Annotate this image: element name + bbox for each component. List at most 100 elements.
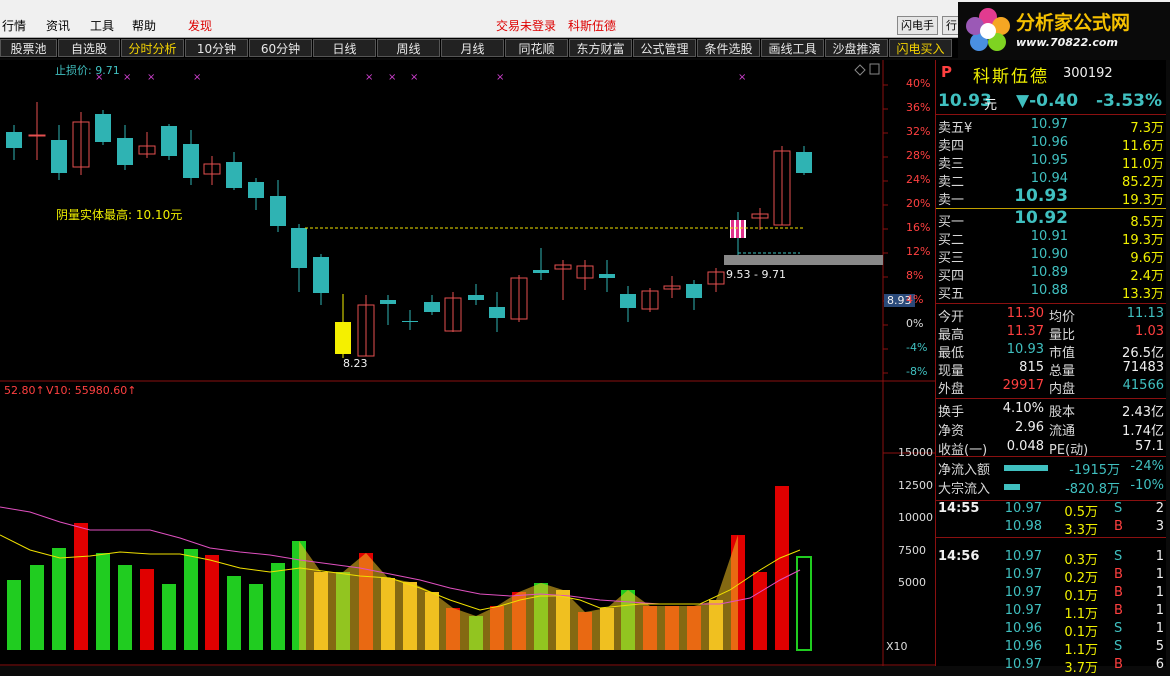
yin-body-high-label: 阴量实体最高: 10.10元 xyxy=(56,208,183,222)
marker-x: × xyxy=(365,72,373,83)
flash-trade-button[interactable]: 闪电手 xyxy=(897,16,938,35)
tick-price: 10.97 xyxy=(1004,549,1042,564)
volume-bar xyxy=(118,565,132,650)
bid-price[interactable]: 10.92 xyxy=(1006,208,1068,228)
flow-value: -820.8万 xyxy=(1065,482,1120,497)
ask-price[interactable]: 10.94 xyxy=(1006,171,1068,186)
y-tick-label: 28% xyxy=(906,149,931,162)
marker-x: × xyxy=(193,72,201,83)
volume-bar xyxy=(96,553,110,650)
stat-label: 外盘 xyxy=(938,382,965,397)
tab-ths[interactable]: 同花顺 xyxy=(505,39,568,57)
fund-value: 0.048 xyxy=(1006,439,1044,454)
flow-bar xyxy=(1004,484,1020,490)
tick-price: 10.97 xyxy=(1004,657,1042,672)
fund-value: 57.1 xyxy=(1135,439,1164,454)
kline-chart[interactable]: × × × × × × × × × xyxy=(0,60,935,666)
login-status[interactable]: 交易未登录 xyxy=(496,17,556,34)
tab-stock-pool[interactable]: 股票池 xyxy=(0,39,57,57)
tick-volume: 1.1万 xyxy=(1064,643,1098,658)
flow-pct: -24% xyxy=(1130,459,1164,474)
tab-10min[interactable]: 10分钟 xyxy=(185,39,248,57)
ask-price[interactable]: 10.96 xyxy=(1006,135,1068,150)
marker-x: × xyxy=(738,72,746,83)
menu-item-discover[interactable]: 发现 xyxy=(188,17,212,34)
bid-volume: 2.4万 xyxy=(1130,269,1164,284)
tick-volume: 3.3万 xyxy=(1064,523,1098,538)
bid-price[interactable]: 10.89 xyxy=(1006,265,1068,280)
tab-formula[interactable]: 公式管理 xyxy=(633,39,696,57)
tick-count: 6 xyxy=(1155,657,1164,672)
tab-watchlist[interactable]: 自选股 xyxy=(58,39,120,57)
bid-price[interactable]: 10.91 xyxy=(1006,229,1068,244)
vol-tick-label: 7500 xyxy=(898,543,926,557)
tick-side: B xyxy=(1114,519,1123,534)
tab-draw-tools[interactable]: 画线工具 xyxy=(761,39,824,57)
stat-label: 现量 xyxy=(938,364,965,379)
vol-header-left: 52.80↑ xyxy=(4,384,45,397)
bid-price[interactable]: 10.88 xyxy=(1006,283,1068,298)
fund-label: 换手 xyxy=(938,405,965,420)
vol-header-v10: V10: 55980.60↑ xyxy=(46,384,137,397)
volume-bar xyxy=(140,569,154,650)
tick-price: 10.98 xyxy=(1004,519,1042,534)
tick-volume: 0.2万 xyxy=(1064,571,1098,586)
fund-label: 流通 xyxy=(1049,424,1076,439)
tab-monthly[interactable]: 月线 xyxy=(441,39,504,57)
ask-price[interactable]: 10.95 xyxy=(1006,153,1068,168)
ask-price[interactable]: 10.97 xyxy=(1006,117,1068,132)
menu-item-market[interactable]: 行情 xyxy=(2,17,26,34)
y-tick-label: -8% xyxy=(906,365,928,378)
stat-label: 内盘 xyxy=(1049,382,1076,397)
tick-volume: 3.7万 xyxy=(1064,661,1098,676)
tab-sandbox[interactable]: 沙盘推演 xyxy=(825,39,888,57)
marker-x: × xyxy=(410,72,418,83)
tick-count: 3 xyxy=(1155,519,1164,534)
flow-bar xyxy=(1004,465,1048,471)
marker-x: × xyxy=(496,72,504,83)
ask-label: 卖五¥ xyxy=(938,121,973,136)
quote-panel: P 科斯伍德 300192 10.93 元 ▼-0.40 -3.53% 卖五¥ 1… xyxy=(935,60,1166,676)
flow-label: 大宗流入 xyxy=(938,482,991,497)
stat-value: 1.03 xyxy=(1135,324,1164,339)
ask-volume: 19.3万 xyxy=(1122,193,1164,208)
candle-body xyxy=(380,300,396,304)
candle-body xyxy=(335,322,351,354)
candle-body xyxy=(161,126,177,156)
menu-item-help[interactable]: 帮助 xyxy=(132,17,156,34)
volume-bar xyxy=(205,555,219,650)
tab-flash-buy[interactable]: 闪电买入 xyxy=(889,39,952,57)
tab-screener[interactable]: 条件选股 xyxy=(697,39,760,57)
tab-eastmoney[interactable]: 东方财富 xyxy=(569,39,632,57)
volume-bar xyxy=(74,523,88,650)
volume-bar xyxy=(52,548,66,650)
stock-code: 300192 xyxy=(1063,66,1113,81)
tick-side: B xyxy=(1114,603,1123,618)
fund-value: 2.43亿 xyxy=(1122,405,1164,420)
tick-count: 1 xyxy=(1155,585,1164,600)
tick-count: 5 xyxy=(1155,639,1164,654)
ask-label: 卖二 xyxy=(938,175,965,190)
bid-label: 买五 xyxy=(938,287,965,302)
stat-label: 最高 xyxy=(938,328,965,343)
tab-intraday[interactable]: 分时分析 xyxy=(121,39,184,57)
menu-stock-name: 科斯伍德 xyxy=(568,19,617,33)
stat-label: 最低 xyxy=(938,346,965,361)
ask-price[interactable]: 10.93 xyxy=(1006,186,1068,206)
stat-value: 11.30 xyxy=(1006,306,1044,321)
price-unit: 元 xyxy=(984,98,998,113)
bid-price[interactable]: 10.90 xyxy=(1006,247,1068,262)
menu-item-tools[interactable]: 工具 xyxy=(90,17,114,34)
stock-name: 科斯伍德 xyxy=(973,67,1049,87)
tab-weekly[interactable]: 周线 xyxy=(377,39,440,57)
bid-volume: 9.6万 xyxy=(1130,251,1164,266)
chart-area[interactable]: × × × × × × × × × 止损价: 9.71 阴量实体最高: 10.10元 9.53 … xyxy=(0,60,935,666)
ask-volume: 7.3万 xyxy=(1130,121,1164,136)
y-tick-label: 16% xyxy=(906,221,931,234)
menu-item-news[interactable]: 资讯 xyxy=(46,17,70,34)
tab-daily[interactable]: 日线 xyxy=(313,39,376,57)
ask-volume: 11.6万 xyxy=(1122,139,1164,154)
bid-volume: 13.3万 xyxy=(1122,287,1164,302)
quote-flag: P xyxy=(941,63,952,81)
tab-60min[interactable]: 60分钟 xyxy=(249,39,312,57)
